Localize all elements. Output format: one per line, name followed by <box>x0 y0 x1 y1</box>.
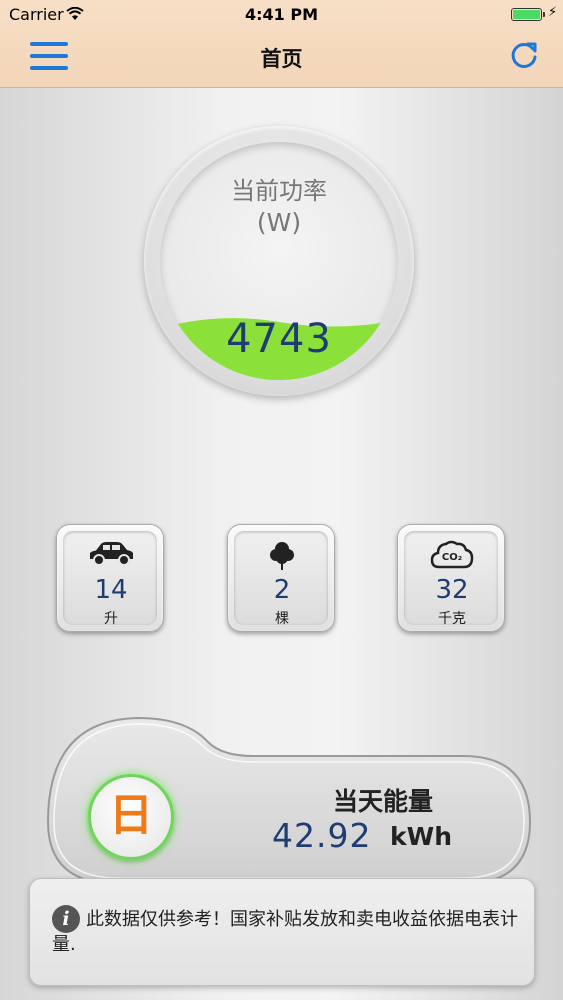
fuel-saved-value: 14 <box>94 575 128 605</box>
trees-value: 2 <box>273 575 291 605</box>
clock: 4:41 PM <box>244 5 318 24</box>
co2-tile: CO₂ 32 千克 <box>397 524 505 632</box>
co2-cloud-icon: CO₂ <box>398 539 506 573</box>
refresh-icon[interactable] <box>508 40 540 72</box>
power-label: 当前功率 <box>231 177 327 205</box>
energy-title: 当天能量 <box>332 787 433 816</box>
daily-energy-panel: 日 当天能量 42.92 kWh <box>28 712 536 902</box>
power-unit: (W) <box>256 208 302 237</box>
fuel-saved-tile: 14 升 <box>56 524 164 632</box>
top-bar: Carrier 4:41 PM ⚡ 首页 <box>0 0 563 88</box>
status-bar: Carrier 4:41 PM ⚡ <box>0 0 563 28</box>
disclaimer-notice: i 此数据仅供参考！国家补贴发放和卖电收益依据电表计量. <box>29 878 535 986</box>
energy-unit: kWh <box>390 822 452 851</box>
power-gauge: 当前功率 (W) 4743 <box>144 126 414 396</box>
battery-cap <box>543 12 545 17</box>
svg-text:CO₂: CO₂ <box>442 552 462 563</box>
power-value: 4743 <box>226 316 332 362</box>
tree-icon <box>228 539 336 573</box>
charging-icon: ⚡ <box>548 5 558 20</box>
co2-unit: 千克 <box>438 611 466 627</box>
car-icon <box>57 539 165 573</box>
energy-value: 42.92 <box>272 816 372 855</box>
co2-value: 32 <box>435 575 469 605</box>
trees-unit: 棵 <box>275 611 289 627</box>
battery-icon <box>511 8 542 21</box>
disclaimer-text: 此数据仅供参考！国家补贴发放和卖电收益依据电表计量. <box>52 909 518 955</box>
page-title: 首页 <box>260 47 303 71</box>
fuel-saved-unit: 升 <box>104 611 118 627</box>
day-period-button[interactable]: 日 <box>88 774 174 860</box>
trees-tile: 2 棵 <box>227 524 335 632</box>
